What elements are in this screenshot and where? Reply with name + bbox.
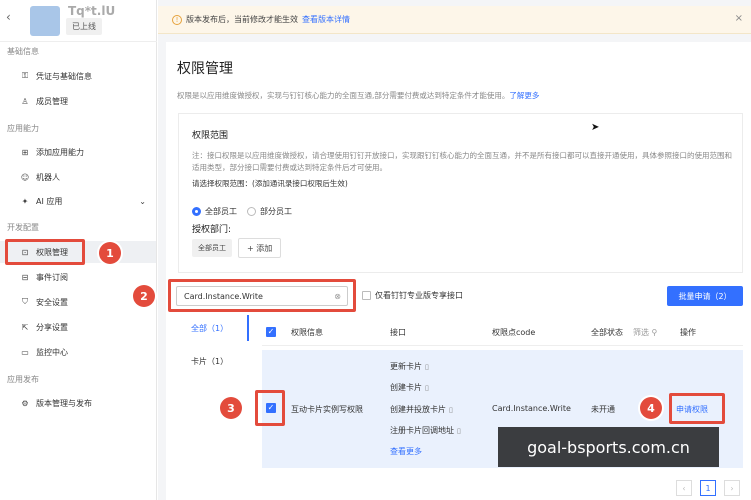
view-version-link[interactable]: 查看版本详情 [302,14,350,25]
step-badge-3: 3 [220,397,242,419]
notice-bar: ! 版本发布后，当前修改才能生效 查看版本详情 × [158,6,751,34]
api-item[interactable]: 更新卡片 ▯ [390,361,429,372]
app-logo [30,6,60,36]
ai-icon: ✦ [21,196,29,206]
step-badge-4: 4 [640,397,662,419]
th-action: 操作 [680,328,696,337]
add-dept-button[interactable]: + 添加 [238,238,282,258]
scope-radio-group: 全部员工 部分员工 [192,206,292,217]
api-item[interactable]: 注册卡片回调地址 ▯ [390,425,461,436]
highlight-box-permissions [5,239,85,265]
doc-icon: ▯ [457,427,461,435]
scope-title: 权限范围 [192,131,229,141]
sidebar-item-share[interactable]: ⇱ 分享设置 [0,316,156,338]
monitor-icon: ▭ [21,347,29,357]
highlight-box-checkbox [255,390,285,426]
permission-name: 互动卡片实例写权限 [291,405,363,414]
category-all[interactable]: 全部（1） [179,315,249,341]
shield-icon: ⛉ [22,297,28,306]
highlight-box-apply [669,393,725,424]
page-1-button[interactable]: 1 [700,480,716,496]
scope-note: 注：接口权限是以应用维度做授权，请合理使用钉钉开放接口，实现跟钉钉核心能力的全面… [192,151,732,172]
th-api: 接口 [390,328,406,337]
back-icon[interactable]: ‹ [6,10,11,24]
page-description: 权限是以应用维度做授权，实现与钉钉核心能力的全面互通,部分需要付费或达到特定条件… [177,91,540,100]
sidebar-item-add-ability[interactable]: ⊞ 添加应用能力 [0,141,156,163]
pro-only-filter[interactable]: 仅看钉钉专业版专享接口 [362,290,463,301]
scope-question: 请选择权限范围：(添加通讯录接口权限后生效) [192,179,348,188]
highlight-box-search [168,279,356,312]
key-icon: ⚿ [21,71,29,80]
sidebar-item-members[interactable]: ♙ 成员管理 [0,90,156,112]
search-icon: ⚲ [649,328,658,337]
api-item[interactable]: 创建卡片 ▯ [390,382,429,393]
event-icon: ⊟ [21,272,29,282]
batch-apply-button[interactable]: 批量申请（2） [667,286,743,306]
mouse-cursor-icon: ➤ [591,122,600,133]
filter-button[interactable]: 筛选 ⚲ [633,327,657,338]
section-ability: 应用能力 [7,124,39,133]
th-info: 权限信息 [291,328,323,337]
api-item[interactable]: 创建并投放卡片 ▯ [390,404,453,415]
section-basic: 基础信息 [7,47,39,56]
app-name: Tq*t.lU [68,4,116,18]
sidebar-item-credentials[interactable]: ⚿ 凭证与基础信息 [0,65,156,87]
page-title: 权限管理 [177,61,233,77]
doc-icon: ▯ [425,384,429,392]
chevron-down-icon: ⌄ [139,196,146,206]
doc-icon: ▯ [449,406,453,414]
section-dev: 开发配置 [7,223,39,232]
view-more-link[interactable]: 查看更多 [390,446,422,457]
sidebar-item-release[interactable]: ⚙ 版本管理与发布 [0,392,156,414]
radio-all-staff[interactable] [192,207,201,216]
close-icon[interactable]: × [735,13,743,24]
grid-icon: ⊞ [21,147,29,157]
sidebar-item-robot[interactable]: ☺ 机器人 [0,166,156,188]
step-badge-2: 2 [133,285,155,307]
th-code: 权限点code [492,328,536,337]
sidebar-item-monitor[interactable]: ▭ 监控中心 [0,341,156,363]
user-icon: ♙ [21,96,29,106]
step-badge-1: 1 [99,242,121,264]
dept-tag: 全部员工 [192,239,232,257]
next-page-button[interactable]: › [724,480,740,496]
sidebar-item-events[interactable]: ⊟ 事件订阅 [0,266,156,288]
th-status[interactable]: 全部状态 [591,327,623,338]
category-card[interactable]: 卡片（1） [179,350,249,372]
share-icon: ⇱ [21,322,29,332]
learn-more-link[interactable]: 了解更多 [509,91,539,100]
radio-part-staff[interactable] [247,207,256,216]
section-release: 应用发布 [7,375,39,384]
gear-icon: ⚙ [21,398,29,408]
select-all-checkbox[interactable]: ✓ [266,327,276,337]
dept-label: 授权部门: [192,225,232,235]
robot-icon: ☺ [20,172,30,182]
permission-code: Card.Instance.Write [492,404,571,413]
status-badge: 已上线 [66,18,102,35]
permission-status: 未开通 [591,405,615,414]
doc-icon: ▯ [425,363,429,371]
warning-icon: ! [172,14,182,25]
sidebar-item-ai[interactable]: ✦ AI 应用 ⌄ [0,190,156,212]
pro-only-checkbox[interactable] [362,291,371,300]
app-header: ‹ Tq*t.lU 已上线 [0,0,157,42]
prev-page-button[interactable]: ‹ [676,480,692,496]
watermark: goal-bsports.com.cn [498,427,719,467]
